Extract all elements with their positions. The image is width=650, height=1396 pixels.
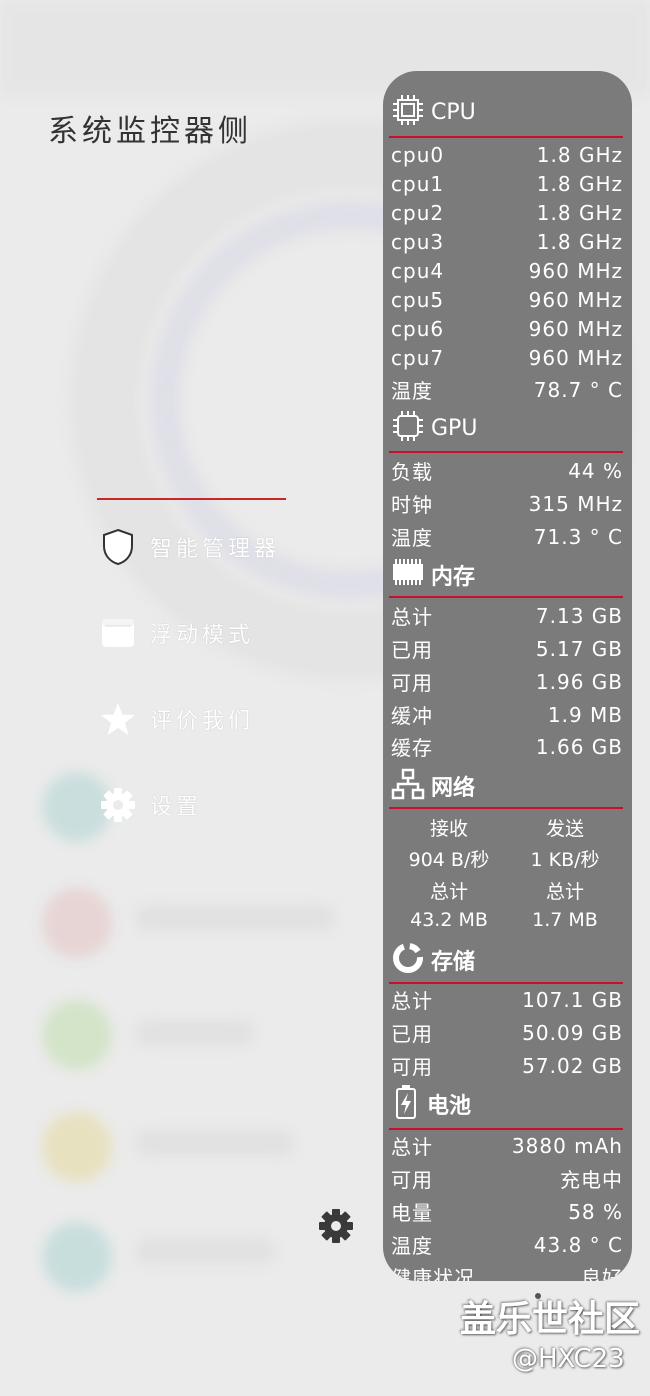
menu-item-label: 评价我们 [150, 709, 255, 734]
menu-item-smart-manager[interactable]: 智能管理器 [100, 525, 330, 569]
cpu-section-title: CPU [431, 99, 476, 125]
battery-section-header: 电池 [391, 1084, 472, 1124]
cpu-core-row: cpu2 1.8 GHz [391, 200, 623, 225]
monitor-side-panel[interactable]: CPU cpu0 1.8 GHz cpu1 1.8 GHz cpu2 1.8 GHz … [383, 71, 632, 1281]
gpu-row: 负载 44 % [391, 458, 623, 485]
cpu-core-row: cpu4 960 MHz [391, 258, 623, 283]
network-send-label: 发送 [545, 818, 584, 840]
gear-icon [100, 787, 136, 823]
cpu-core-row: cpu0 1.8 GHz [391, 142, 623, 167]
cpu-core-row: cpu5 960 MHz [391, 287, 623, 312]
network-send-total-label: 总计 [545, 881, 584, 903]
cpu-core-row: cpu3 1.8 GHz [391, 229, 623, 254]
storage-pie-icon [391, 941, 425, 979]
memory-row: 缓冲 1.9 MB [391, 702, 623, 729]
battery-row: 温度 43.8 ° C [391, 1232, 623, 1259]
gpu-row: 时钟 315 MHz [391, 491, 623, 518]
network-icon [391, 768, 425, 804]
memory-row: 已用 5.17 GB [391, 636, 623, 663]
section-rule [389, 596, 623, 598]
battery-charging-icon [391, 1084, 421, 1124]
network-section-title: 网络 [431, 776, 476, 801]
storage-row: 总计 107.1 GB [391, 987, 623, 1014]
memory-stick-icon [391, 558, 425, 592]
menu-item-rate-us[interactable]: 评价我们 [100, 697, 330, 741]
memory-row: 可用 1.96 GB [391, 669, 623, 696]
menu-item-label: 浮动模式 [150, 623, 255, 648]
cpu-core-row: cpu6 960 MHz [391, 316, 623, 341]
gpu-section-header: GPU [391, 411, 477, 445]
network-recv-total: 43.2 MB [410, 909, 488, 931]
shield-icon [100, 528, 136, 566]
network-send-rate: 1 KB/秒 [530, 849, 600, 871]
memory-section-title: 内存 [431, 565, 476, 590]
gpu-chip-icon [391, 409, 425, 447]
network-recv-rate: 904 B/秒 [408, 849, 490, 871]
memory-section-header: 内存 [391, 558, 475, 592]
drawer-divider [97, 498, 286, 500]
storage-row: 可用 57.02 GB [391, 1053, 623, 1080]
cpu-chip-icon [391, 93, 425, 131]
window-icon [100, 615, 136, 651]
storage-section-header: 存储 [391, 943, 475, 977]
star-icon [100, 701, 136, 737]
network-recv-label: 接收 [429, 818, 468, 840]
section-rule [389, 136, 623, 138]
gpu-section-title: GPU [431, 415, 478, 441]
cpu-core-row: cpu7 960 MHz [391, 345, 623, 370]
cpu-temp-row: 温度 78.7 ° C [391, 377, 623, 404]
memory-row: 总计 7.13 GB [391, 603, 623, 630]
gpu-row: 温度 71.3 ° C [391, 524, 623, 551]
network-section-header: 网络 [391, 768, 476, 804]
battery-row: 电量 58 % [391, 1199, 623, 1226]
storage-section-title: 存储 [431, 950, 476, 975]
battery-row: 总计 3880 mAh [391, 1133, 623, 1160]
battery-health-row: 健康状况 良好 [391, 1266, 623, 1281]
cpu-section-header: CPU [391, 95, 476, 129]
memory-row: 缓存 1.66 GB [391, 734, 623, 761]
network-recv-total-label: 总计 [429, 881, 468, 903]
battery-row: 可用 充电中 [391, 1168, 623, 1192]
menu-item-floating-mode[interactable]: 浮动模式 [100, 611, 330, 655]
watermark-community: 盖乐世社区 [460, 1299, 641, 1340]
cpu-core-row: cpu1 1.8 GHz [391, 171, 623, 196]
watermark-handle: @HXC23 [512, 1344, 625, 1374]
panel-settings-gear-icon[interactable] [318, 1208, 354, 1244]
section-rule [389, 982, 623, 984]
menu-item-label: 智能管理器 [150, 537, 281, 562]
menu-item-settings[interactable]: 设置 [100, 783, 330, 827]
network-send-total: 1.7 MB [532, 909, 598, 931]
menu-item-label: 设置 [150, 795, 203, 820]
section-rule [389, 1128, 623, 1130]
battery-section-title: 电池 [427, 1094, 472, 1119]
storage-row: 已用 50.09 GB [391, 1020, 623, 1047]
section-rule [389, 451, 623, 453]
drawer-title: 系统监控器侧 [48, 114, 252, 149]
section-rule [389, 807, 623, 809]
